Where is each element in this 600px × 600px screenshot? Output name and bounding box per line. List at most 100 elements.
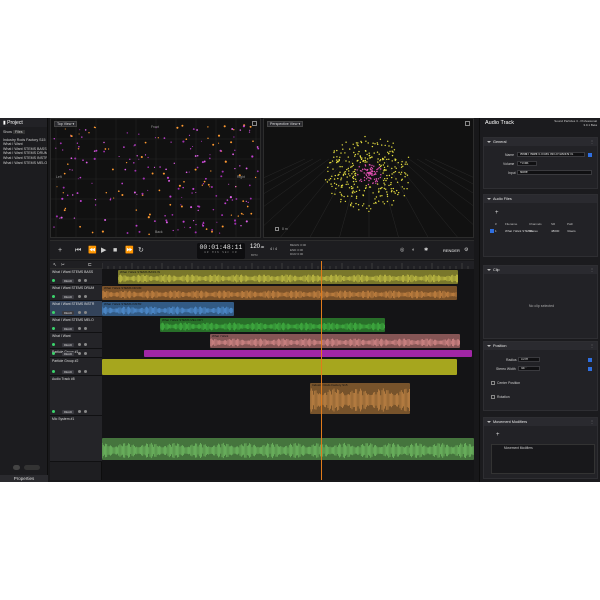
track-header[interactable]: Particle Group #1READ bbox=[50, 349, 102, 358]
track-header[interactable]: What I Want READ bbox=[50, 333, 102, 349]
radius-keyframe[interactable] bbox=[588, 358, 592, 362]
snap-icon[interactable]: ⊏ bbox=[88, 262, 92, 268]
track-active-indicator[interactable] bbox=[52, 343, 55, 346]
track-active-indicator[interactable] bbox=[52, 279, 55, 282]
movement-header[interactable]: Movement Modifiers ⋮ bbox=[484, 418, 597, 426]
audio-files-row[interactable]: 1 What I Want STEMS Stereo 48000/Users bbox=[490, 229, 595, 234]
automation-read-button[interactable]: READ bbox=[62, 343, 74, 347]
track-active-indicator[interactable] bbox=[52, 352, 55, 355]
file-item[interactable]: What I Want STEMS MELO bbox=[0, 161, 47, 166]
solo-icon[interactable] bbox=[84, 370, 87, 373]
file-item[interactable]: What I Want STEMS INSTR bbox=[0, 156, 47, 161]
volume-field[interactable]: +0 dB bbox=[517, 161, 537, 166]
track-header[interactable]: What I Want STEMS INSTR READ bbox=[50, 301, 102, 317]
track-header[interactable]: Mic System #1 bbox=[50, 416, 102, 462]
solo-icon[interactable] bbox=[84, 327, 87, 330]
render-settings-icon[interactable]: ⚙ bbox=[464, 247, 468, 254]
track-active-indicator[interactable] bbox=[52, 327, 55, 330]
mute-icon[interactable] bbox=[78, 370, 81, 373]
pointer-tool-icon[interactable]: ↖ bbox=[53, 262, 57, 268]
rewind-start-icon[interactable]: ⏮ bbox=[75, 247, 81, 254]
add-icon[interactable]: + bbox=[58, 247, 62, 254]
settings-icon[interactable]: ✱ bbox=[424, 247, 428, 254]
rotation-checkbox[interactable] bbox=[491, 395, 495, 399]
input-select[interactable]: None bbox=[517, 170, 592, 175]
solo-icon[interactable] bbox=[84, 295, 87, 298]
timeline-lanes[interactable]: What I Want STEMS BASS W What I Want STEM… bbox=[102, 269, 474, 480]
speaker-icon[interactable]: ◐ bbox=[412, 247, 415, 254]
add-file-icon[interactable]: + bbox=[495, 210, 499, 216]
options-icon[interactable]: ⋮ bbox=[590, 418, 594, 426]
audio-clip[interactable] bbox=[102, 359, 457, 375]
options-icon[interactable]: ⋮ bbox=[590, 342, 594, 350]
rewind-icon[interactable]: ⏪ bbox=[88, 247, 97, 254]
stereo-keyframe[interactable] bbox=[588, 367, 592, 371]
search-field[interactable] bbox=[24, 465, 40, 470]
track-header[interactable]: Particle Group #2 READ bbox=[50, 358, 102, 376]
stop-icon[interactable]: ■ bbox=[113, 247, 117, 254]
mute-icon[interactable] bbox=[78, 279, 81, 282]
automation-read-button[interactable]: READ bbox=[62, 295, 74, 299]
options-icon[interactable]: ⋮ bbox=[590, 266, 594, 274]
audio-clip[interactable]: What I Want bbox=[210, 334, 460, 348]
audio-clip[interactable]: What I Want STEMS DRUM bbox=[102, 286, 457, 300]
track-active-indicator[interactable] bbox=[52, 295, 55, 298]
position-header[interactable]: Position ⋮ bbox=[484, 342, 597, 350]
track-active-indicator[interactable] bbox=[52, 370, 55, 373]
perspective-view[interactable]: Perspective View ▾ 8 m bbox=[263, 118, 474, 238]
solo-icon[interactable] bbox=[84, 311, 87, 314]
add-modifier-icon[interactable]: + bbox=[496, 432, 500, 438]
mute-icon[interactable] bbox=[78, 410, 81, 413]
automation-read-button[interactable]: READ bbox=[62, 352, 74, 356]
mute-icon[interactable] bbox=[78, 327, 81, 330]
grid-checkbox[interactable] bbox=[275, 227, 279, 231]
scissors-tool-icon[interactable]: ✂ bbox=[61, 262, 65, 268]
view-select-perspective[interactable]: Perspective View ▾ bbox=[267, 121, 304, 127]
begin-value[interactable]: 0:00 bbox=[300, 243, 306, 247]
audio-clip[interactable]: Industry Rods Factory S15 bbox=[310, 383, 410, 414]
mute-icon[interactable] bbox=[78, 295, 81, 298]
automation-read-button[interactable]: READ bbox=[62, 311, 74, 315]
automation-read-button[interactable]: READ bbox=[62, 327, 74, 331]
audio-files-header[interactable]: Audio Files bbox=[484, 195, 597, 203]
end-value[interactable]: 0:00 bbox=[297, 248, 303, 252]
stereo-width-field[interactable]: 45 ° bbox=[518, 366, 540, 371]
name-field[interactable]: What I Want STEMS INSTRUMENTS bbox=[517, 152, 585, 157]
expand-icon[interactable] bbox=[465, 121, 470, 126]
audio-clip[interactable] bbox=[144, 350, 472, 357]
mute-icon[interactable] bbox=[78, 343, 81, 346]
loop-icon[interactable]: ↻ bbox=[138, 247, 144, 254]
color-swatch[interactable] bbox=[588, 153, 592, 157]
solo-icon[interactable] bbox=[84, 410, 87, 413]
options-icon[interactable]: ⋮ bbox=[590, 138, 594, 146]
playhead[interactable] bbox=[321, 261, 322, 480]
solo-icon[interactable] bbox=[84, 279, 87, 282]
track-header[interactable]: What I Want STEMS BASS READ bbox=[50, 269, 102, 285]
properties-tab[interactable]: Properties bbox=[0, 475, 48, 482]
dur-value[interactable]: 0:00 bbox=[297, 252, 303, 256]
audio-clip[interactable] bbox=[102, 438, 474, 460]
automation-read-button[interactable]: READ bbox=[62, 410, 74, 414]
solo-icon[interactable] bbox=[84, 352, 87, 355]
track-header[interactable]: Audio Track #8 READ bbox=[50, 376, 102, 416]
audio-clip[interactable]: What I Want STEMS INSTR bbox=[102, 302, 234, 316]
timeline-ruler[interactable] bbox=[101, 261, 474, 269]
clip-header[interactable]: Clip ⋮ bbox=[484, 266, 597, 274]
tempo-display[interactable]: 120.00 bbox=[250, 244, 264, 250]
forward-icon[interactable]: ⏩ bbox=[125, 247, 134, 254]
file-enabled-checkbox[interactable] bbox=[490, 229, 494, 233]
center-position-checkbox[interactable] bbox=[491, 381, 495, 385]
view-select-top[interactable]: Top View ▾ bbox=[54, 121, 78, 127]
mute-icon[interactable] bbox=[78, 352, 81, 355]
expand-icon[interactable] bbox=[252, 121, 257, 126]
track-active-indicator[interactable] bbox=[52, 410, 55, 413]
automation-read-button[interactable]: READ bbox=[62, 279, 74, 283]
audio-clip[interactable]: What I Want STEMS BASS W bbox=[118, 270, 458, 284]
track-header[interactable]: What I Want STEMS DRUM READ bbox=[50, 285, 102, 301]
headphones-icon[interactable]: ◎ bbox=[400, 247, 404, 254]
play-icon[interactable]: ▶ bbox=[101, 247, 106, 254]
solo-icon[interactable] bbox=[84, 343, 87, 346]
track-header[interactable]: What I Want STEMS MELO READ bbox=[50, 317, 102, 333]
radius-field[interactable]: 10 m bbox=[518, 357, 540, 362]
top-view[interactable]: Top View ▾ Front Left Right Back bbox=[50, 118, 261, 238]
